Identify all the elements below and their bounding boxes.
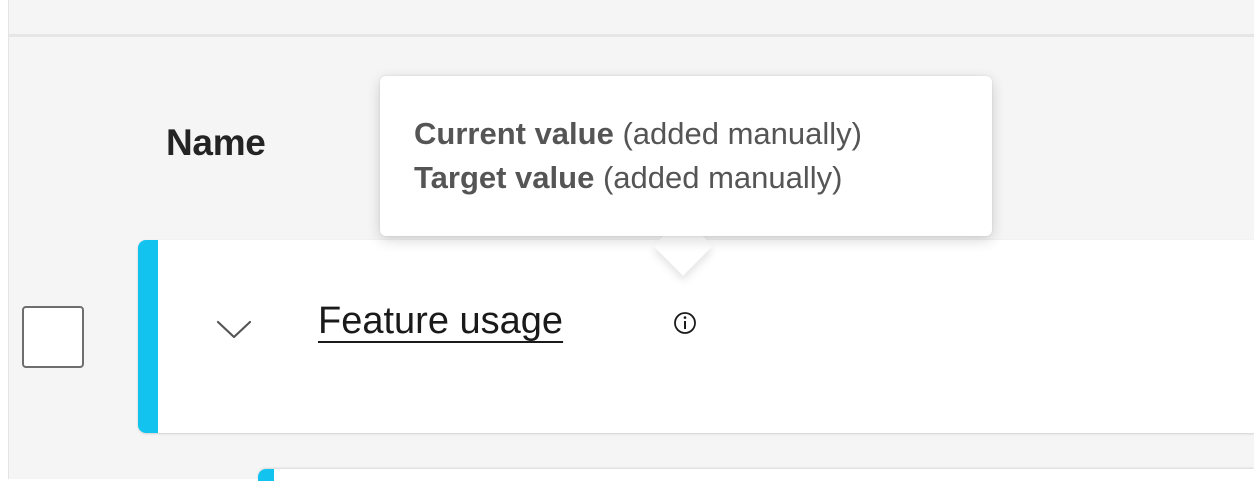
row-accent-bar: [258, 469, 274, 481]
tooltip-note: (added manually): [602, 160, 843, 195]
chevron-down-icon[interactable]: [216, 320, 252, 340]
row-title-link[interactable]: Feature usage: [318, 300, 563, 343]
tooltip-label: Target value: [414, 160, 595, 195]
info-icon[interactable]: [672, 310, 698, 336]
column-header-name[interactable]: Name: [166, 122, 266, 164]
row-select-checkbox[interactable]: [22, 306, 84, 368]
tooltip-line-current: Current value (added manually): [414, 112, 992, 156]
table-row: [138, 240, 1254, 433]
row-card-body: [274, 469, 1254, 481]
tooltip: Current value (added manually) Target va…: [380, 76, 992, 236]
tooltip-label: Current value: [414, 116, 614, 151]
table-row-next: [258, 469, 1254, 481]
top-divider: [9, 34, 1254, 37]
row-accent-bar: [138, 240, 158, 433]
tooltip-note: (added manually): [622, 116, 862, 151]
tooltip-line-target: Target value (added manually): [414, 156, 992, 200]
